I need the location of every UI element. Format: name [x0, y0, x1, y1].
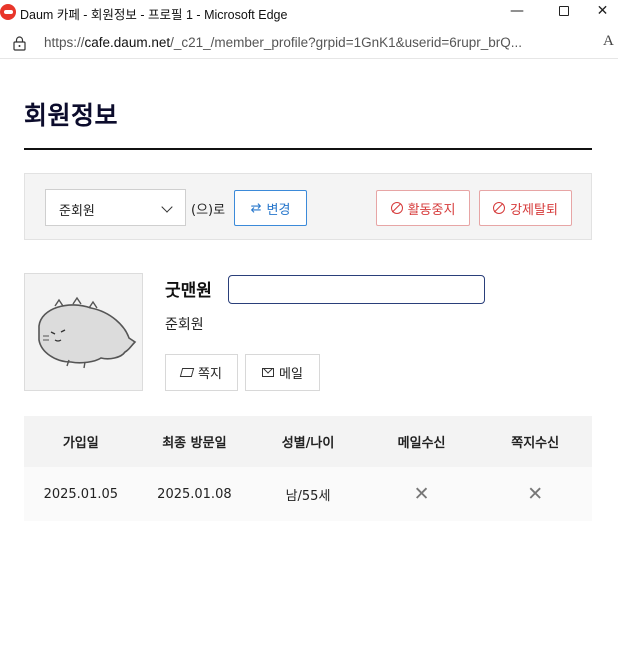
- ban-icon: [493, 202, 506, 214]
- minimize-icon[interactable]: —: [494, 0, 540, 22]
- read-aloud-icon[interactable]: A: [603, 33, 614, 50]
- member-info-table: 가입일 최종 방문일 성별/나이 메일수신 쪽지수신 2025.01.05 20…: [24, 416, 592, 521]
- member-grade: 준회원: [165, 317, 204, 333]
- header-last-visit: 최종 방문일: [162, 436, 227, 451]
- daum-favicon-icon: [0, 4, 16, 20]
- force-withdraw-button[interactable]: 강제탈퇴: [479, 190, 572, 226]
- maximize-icon[interactable]: [541, 0, 587, 22]
- grade-suffix-label: (으)로: [191, 203, 226, 218]
- window-titlebar: Daum 카페 - 회원정보 - 프로필 1 - Microsoft Edge …: [0, 0, 618, 26]
- header-join-date: 가입일: [62, 436, 99, 451]
- header-note-receive: 쪽지수신: [511, 436, 560, 451]
- grade-select[interactable]: 준회원: [45, 189, 186, 226]
- send-note-label: 쪽지: [198, 367, 222, 382]
- member-nickname: 굿맨원: [165, 281, 212, 301]
- window-title: Daum 카페 - 회원정보 - 프로필 1 - Microsoft Edge: [20, 8, 288, 22]
- url-text[interactable]: https://cafe.daum.net/_c21_/member_profi…: [44, 35, 522, 50]
- suspend-activity-button[interactable]: 활동중지: [376, 190, 470, 226]
- note-icon: [179, 368, 195, 377]
- join-date-value: 2025.01.05: [43, 486, 119, 502]
- page-title: 회원정보: [24, 101, 119, 130]
- swap-arrows-icon: ⇄: [250, 200, 262, 216]
- chevron-down-icon: [161, 201, 173, 213]
- force-withdraw-label: 강제탈퇴: [510, 202, 558, 218]
- change-grade-button[interactable]: ⇄ 변경: [234, 190, 307, 226]
- change-grade-label: 변경: [266, 202, 291, 218]
- send-mail-button[interactable]: 메일: [245, 354, 320, 391]
- nickname-input[interactable]: [228, 275, 485, 304]
- send-mail-label: 메일: [279, 367, 303, 382]
- member-action-toolbar: 준회원 (으)로 ⇄ 변경 활동중지 강제탈퇴: [24, 173, 592, 240]
- note-receive-x-icon: ✕: [527, 483, 544, 505]
- address-bar[interactable]: https://cafe.daum.net/_c21_/member_profi…: [0, 27, 618, 59]
- ban-icon: [390, 202, 403, 214]
- last-visit-value: 2025.01.08: [157, 486, 232, 502]
- grade-select-value: 준회원: [59, 204, 95, 219]
- header-gender-age: 성별/나이: [281, 436, 335, 451]
- avatar: [24, 273, 143, 391]
- gender-age-value: 남/55세: [285, 488, 331, 504]
- cartoon-character-icon: [38, 296, 137, 369]
- mail-receive-x-icon: ✕: [413, 483, 430, 505]
- lock-icon: [13, 36, 26, 51]
- close-icon[interactable]: ✕: [587, 0, 618, 22]
- title-divider: [24, 148, 592, 150]
- send-note-button[interactable]: 쪽지: [165, 354, 238, 391]
- header-mail-receive: 메일수신: [397, 436, 446, 451]
- suspend-activity-label: 활동중지: [407, 202, 456, 218]
- table-header-row: 가입일 최종 방문일 성별/나이 메일수신 쪽지수신: [24, 416, 592, 467]
- mail-icon: [262, 368, 275, 377]
- table-row: 2025.01.05 2025.01.08 남/55세 ✕ ✕: [24, 467, 592, 521]
